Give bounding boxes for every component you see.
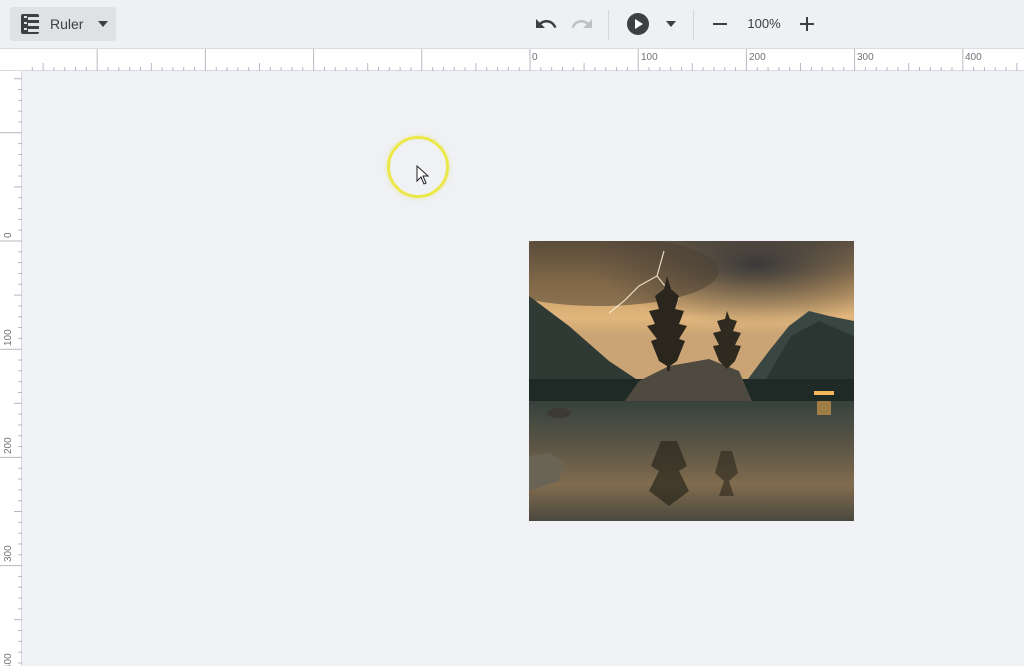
ruler-top-label: 0 [532,52,538,63]
ruler-icon [21,14,39,34]
play-button[interactable] [624,10,652,38]
play-options-dropdown[interactable] [657,10,685,38]
tool-selector-label: Ruler [50,16,84,32]
ruler-left-label: 400 [3,653,14,666]
ruler-left-label: 300 [3,545,14,562]
toolbar-divider [693,10,694,40]
vertical-ruler-ticks [0,78,22,664]
chevron-down-icon [666,21,676,27]
undo-icon [536,19,557,28]
zoom-in-button[interactable] [793,10,821,38]
plus-icon [800,17,814,31]
horizontal-ruler[interactable]: 0 100 200 300 400 [0,49,1024,71]
ruler-left-label: 200 [3,437,14,454]
chevron-down-icon [98,21,109,27]
minus-icon [713,23,727,25]
vertical-ruler[interactable]: 0 100 200 300 400 [0,71,22,666]
ruler-top-label: 400 [965,52,982,63]
toolbar-divider [608,10,609,40]
ruler-top-label: 200 [749,52,766,63]
ruler-left-label: 0 [3,232,14,238]
redo-button[interactable] [568,10,596,38]
toolbar: Ruler 100% [0,0,1024,49]
redo-icon [571,19,592,28]
ruler-top-label: 300 [857,52,874,63]
undo-button[interactable] [532,10,560,38]
mouse-pointer-icon [416,165,430,185]
play-icon [627,13,649,35]
zoom-out-button[interactable] [706,10,734,38]
ruler-top-label: 100 [641,52,658,63]
canvas-image[interactable] [529,241,854,521]
tool-selector-dropdown[interactable]: Ruler [10,7,116,41]
ruler-left-label: 100 [3,329,14,346]
landscape-photo [529,241,854,521]
zoom-level[interactable]: 100% [742,14,786,34]
